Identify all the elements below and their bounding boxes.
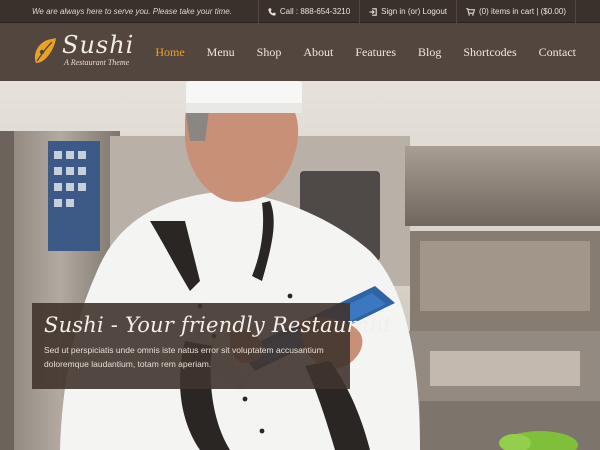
nav-menu[interactable]: Menu xyxy=(207,45,235,60)
chef-hero-image xyxy=(0,81,600,450)
nav-contact[interactable]: Contact xyxy=(539,45,576,60)
nav-features[interactable]: Features xyxy=(355,45,396,60)
logo-title: Sushi xyxy=(62,31,135,59)
logo-subtitle: A Restaurant Theme xyxy=(64,58,130,67)
phone-icon xyxy=(268,7,276,16)
nav-home[interactable]: Home xyxy=(155,45,184,60)
top-bar: We are always here to serve you. Please … xyxy=(0,0,600,23)
cart-link[interactable]: (0) items in cart | ($0.00) xyxy=(456,0,576,23)
nav-shop[interactable]: Shop xyxy=(257,45,282,60)
nav-about[interactable]: About xyxy=(303,45,333,60)
nav-blog[interactable]: Blog xyxy=(418,45,441,60)
top-links: Call : 888-654-3210 Sign in (or) Logout … xyxy=(257,0,576,23)
hero-slider: Sushi - Your friendly Restaurant Sed ut … xyxy=(0,81,600,450)
sign-in-link[interactable]: Sign in (or) Logout xyxy=(359,0,456,23)
sushi-logo-icon xyxy=(34,38,56,63)
call-label: Call : 888-654-3210 xyxy=(279,7,351,16)
cart-label: (0) items in cart | ($0.00) xyxy=(479,7,566,16)
hero-caption: Sushi - Your friendly Restaurant Sed ut … xyxy=(32,303,392,389)
site-header: Sushi A Restaurant Theme Home Menu Shop … xyxy=(0,23,600,81)
call-link[interactable]: Call : 888-654-3210 xyxy=(257,0,359,23)
sign-in-icon xyxy=(369,7,377,16)
main-nav: Home Menu Shop About Features Blog Short… xyxy=(133,23,576,81)
hero-caption-text: Sed ut perspiciatis unde omnis iste natu… xyxy=(44,345,324,369)
tagline: We are always here to serve you. Please … xyxy=(32,7,232,16)
site-logo[interactable]: Sushi A Restaurant Theme xyxy=(32,33,134,67)
hero-caption-title: Sushi - Your friendly Restaurant xyxy=(44,313,392,337)
nav-shortcodes[interactable]: Shortcodes xyxy=(463,45,516,60)
cart-icon xyxy=(466,7,475,16)
sign-in-label: Sign in (or) Logout xyxy=(381,7,447,16)
